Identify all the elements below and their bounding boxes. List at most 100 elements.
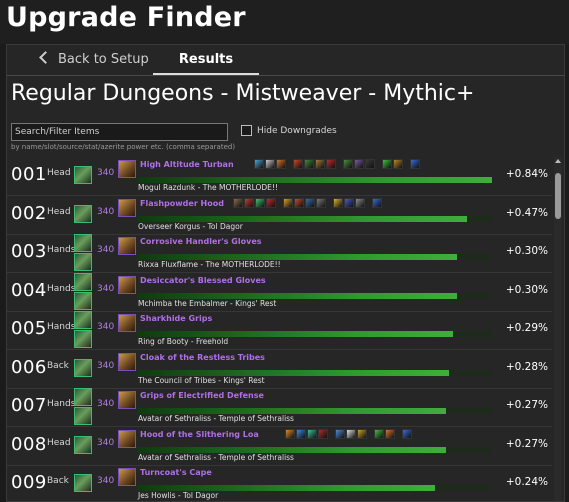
active-tab-indicator — [153, 73, 259, 75]
azerite-trait-icon[interactable] — [374, 428, 385, 439]
item-name[interactable]: Desiccator's Blessed Gloves — [140, 276, 266, 285]
scroll-up-arrow-icon[interactable] — [555, 159, 561, 163]
result-row[interactable]: 002 Head 340 Flashpowder Hood Overseer Korgu… — [7, 196, 552, 235]
slot-label: Hands — [47, 283, 76, 294]
rank-number: 007 — [11, 395, 47, 416]
gloves-icon[interactable] — [118, 275, 136, 294]
item-name[interactable]: Turncoat's Cape — [140, 468, 212, 477]
azerite-trait-icon[interactable] — [343, 159, 353, 169]
head-armor-icon — [74, 204, 92, 223]
azerite-trait-icon[interactable] — [344, 197, 355, 208]
scrollbar-thumb[interactable] — [555, 173, 561, 219]
turban-icon[interactable] — [118, 160, 136, 178]
result-row[interactable]: 008 Head 340 Hood of the Slithering Loa Avat… — [7, 427, 552, 466]
result-row[interactable]: 009 Back 340 Turncoat's Cape Jes Howlis - To… — [7, 465, 552, 501]
azerite-trait-icon[interactable] — [410, 159, 420, 169]
azerite-trait-icon[interactable] — [393, 159, 403, 169]
result-row[interactable]: 006 Back 340 Cloak of the Restless Tribes Th… — [7, 350, 552, 389]
item-source: Mogul Razdunk - The MOTHERLODE!! — [138, 183, 278, 192]
upgrade-percent: +0.27% — [505, 437, 548, 450]
hood-icon[interactable] — [118, 198, 136, 217]
slot-label: Head — [47, 206, 71, 217]
azerite-trait-icon[interactable] — [333, 197, 344, 208]
item-level: 340 — [97, 322, 115, 332]
result-row[interactable]: 007 Hands 340 Grips of Electrified Defense A… — [7, 388, 552, 427]
head-armor-icon — [74, 435, 92, 454]
azerite-trait-icon[interactable] — [233, 197, 244, 208]
cape-icon[interactable] — [118, 468, 136, 486]
azerite-trait-icon[interactable] — [244, 197, 255, 208]
azerite-trait-icon[interactable] — [276, 159, 286, 169]
azerite-trait-icon[interactable] — [296, 428, 307, 439]
title-bar: Upgrade Finder — [0, 0, 569, 44]
azerite-trait-icon[interactable] — [382, 159, 392, 169]
item-source: Avatar of Sethraliss - Temple of Sethral… — [138, 452, 294, 462]
azerite-trait-icon[interactable] — [255, 197, 266, 208]
azerite-trait-icon[interactable] — [266, 197, 277, 208]
item-name[interactable]: Sharkhide Grips — [140, 314, 212, 323]
item-name[interactable]: Corrosive Handler's Gloves — [140, 237, 262, 246]
azerite-trait-icon[interactable] — [265, 159, 275, 169]
slot-label: Head — [47, 437, 71, 448]
azerite-trait-icon[interactable] — [357, 428, 368, 439]
item-name[interactable]: Hood of the Slithering Loa — [140, 430, 259, 439]
gloves-icon[interactable] — [118, 237, 136, 255]
azerite-trait-icon[interactable] — [354, 159, 364, 169]
scrollbar[interactable] — [554, 157, 562, 501]
azerite-trait-icon[interactable] — [307, 428, 318, 439]
cloak-icon[interactable] — [118, 352, 136, 371]
slot-label: Head — [47, 168, 71, 178]
azerite-trait-icon[interactable] — [326, 159, 336, 169]
hood-icon[interactable] — [118, 429, 136, 448]
azerite-trait-icon[interactable] — [304, 159, 314, 169]
rank-number: 006 — [11, 356, 47, 378]
item-name[interactable]: Grips of Electrified Defense — [140, 391, 264, 400]
item-source: Overseer Korgus - Tol Dagor — [138, 221, 243, 231]
azerite-trait-icon[interactable] — [318, 428, 329, 439]
grips-icon[interactable] — [118, 391, 136, 409]
slot-label: Hands — [47, 245, 76, 255]
result-row[interactable]: 004 Hands 340 Desiccator's Blessed Gloves Mc… — [7, 272, 552, 312]
azerite-trait-icon[interactable] — [365, 159, 375, 169]
azerite-trait-icon[interactable] — [305, 197, 316, 208]
result-row[interactable]: 001 Head 340 High Altitude Turban Mogul Razd… — [7, 157, 552, 196]
slot-label: Back — [47, 476, 69, 486]
rank-number: 005 — [11, 318, 47, 339]
upgrade-percent: +0.24% — [505, 476, 548, 488]
azerite-trait-icon[interactable] — [372, 197, 383, 208]
item-name[interactable]: Flashpowder Hood — [140, 199, 224, 208]
back-to-setup-button[interactable]: Back to Setup — [39, 51, 149, 67]
item-name[interactable]: High Altitude Turban — [140, 160, 234, 169]
azerite-trait-icon[interactable] — [335, 428, 346, 439]
item-name[interactable]: Cloak of the Restless Tribes — [140, 353, 265, 362]
azerite-trait-icon[interactable] — [402, 428, 413, 439]
back-armor-icon — [74, 474, 92, 492]
tab-results[interactable]: Results — [153, 52, 259, 67]
item-level: 340 — [97, 360, 115, 371]
azerite-trait-icon[interactable] — [385, 428, 396, 439]
slot-label: Hands — [47, 322, 76, 332]
azerite-trait-icon[interactable] — [285, 428, 296, 439]
azerite-trait-icon[interactable] — [283, 197, 294, 208]
upgrade-percent: +0.30% — [505, 245, 548, 257]
hide-downgrades-toggle[interactable]: Hide Downgrades — [241, 125, 337, 136]
back-to-setup-label: Back to Setup — [58, 52, 149, 67]
azerite-trait-icon[interactable] — [315, 159, 325, 169]
search-filter-input[interactable] — [11, 123, 228, 141]
result-row[interactable]: 005 Hands 340 Sharkhide Grips Ring of Booty … — [7, 311, 552, 350]
azerite-trait-icon[interactable] — [254, 159, 264, 169]
result-row[interactable]: 003 Hands 340 Corrosive Handler's Gloves Rix… — [7, 234, 552, 273]
item-level: 340 — [97, 476, 115, 486]
item-level: 340 — [97, 399, 115, 409]
azerite-trait-icon[interactable] — [316, 197, 327, 208]
hide-downgrades-checkbox[interactable] — [241, 125, 252, 136]
azerite-trait-icon[interactable] — [293, 159, 303, 169]
azerite-trait-icon[interactable] — [294, 197, 305, 208]
azerite-trait-icon[interactable] — [355, 197, 366, 208]
item-source: The Council of Tribes - Kings' Rest — [138, 375, 265, 385]
grips-icon[interactable] — [118, 314, 136, 332]
hands-armor-icon — [74, 234, 92, 252]
hands-armor-icon — [74, 272, 92, 291]
azerite-traits — [254, 159, 421, 171]
azerite-trait-icon[interactable] — [346, 428, 357, 439]
